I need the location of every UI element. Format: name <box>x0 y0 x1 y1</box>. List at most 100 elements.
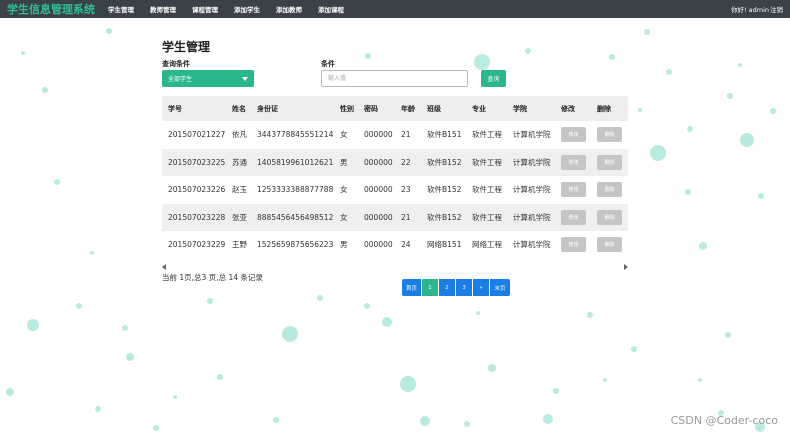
cell-gender: 男 <box>334 231 358 259</box>
nav-course-management[interactable]: 课程管理 <box>192 4 218 14</box>
cell-delete: 删除 <box>591 148 628 176</box>
cell-name: 苏通 <box>226 148 251 176</box>
nav-add-student[interactable]: 添加学生 <box>234 4 260 14</box>
cell-student-id: 201507021227 <box>162 121 226 149</box>
table-row: 201507023226 赵玉 1253333388877788 女 00000… <box>162 176 628 204</box>
page-first-button[interactable]: 首页 <box>402 279 422 296</box>
cell-age: 23 <box>395 176 421 204</box>
cell-id-card: 8885456456498512 <box>251 203 334 231</box>
cell-class: 软件B152 <box>421 203 466 231</box>
cell-password: 000000 <box>358 203 395 231</box>
cell-name: 赵玉 <box>226 176 251 204</box>
column-header: 姓名 <box>226 96 251 121</box>
column-header: 性别 <box>334 96 358 121</box>
condition-label: 条件 <box>321 60 335 68</box>
delete-button[interactable]: 删除 <box>597 127 622 143</box>
page-last-button[interactable]: 末页 <box>490 279 510 296</box>
nav-add-teacher[interactable]: 添加教师 <box>276 4 302 14</box>
cell-college: 计算机学院 <box>507 148 555 176</box>
scroll-right-icon[interactable] <box>624 264 628 270</box>
nav-student-management[interactable]: 学生管理 <box>108 4 134 14</box>
cell-name: 依凡 <box>226 121 251 149</box>
edit-button[interactable]: 修改 <box>561 209 586 225</box>
column-header: 年龄 <box>395 96 421 121</box>
page-next-button[interactable]: » <box>473 279 490 296</box>
query-button[interactable]: 查询 <box>481 70 506 87</box>
cell-edit: 修改 <box>555 121 591 149</box>
cell-age: 24 <box>395 231 421 259</box>
table-header-row: 学号 姓名 身份证 性别 密码 年龄 班级 专业 学院 修改 删除 <box>162 96 628 121</box>
column-header: 专业 <box>466 96 507 121</box>
cell-major: 软件工程 <box>466 203 507 231</box>
page-button-3[interactable]: 3 <box>456 279 473 296</box>
cell-delete: 删除 <box>591 176 628 204</box>
cell-edit: 修改 <box>555 231 591 259</box>
column-header: 学号 <box>162 96 226 121</box>
delete-button[interactable]: 删除 <box>597 154 622 170</box>
cell-student-id: 201507023226 <box>162 176 226 204</box>
scroll-left-icon[interactable] <box>162 264 166 270</box>
page-button-2[interactable]: 2 <box>439 279 456 296</box>
cell-student-id: 201507023225 <box>162 148 226 176</box>
cell-gender: 男 <box>334 148 358 176</box>
user-area: 你好! admin 注销 <box>731 0 783 18</box>
delete-button[interactable]: 删除 <box>597 182 622 198</box>
cell-edit: 修改 <box>555 176 591 204</box>
delete-button[interactable]: 删除 <box>597 209 622 225</box>
delete-button[interactable]: 删除 <box>597 237 622 253</box>
column-header: 密码 <box>358 96 395 121</box>
pagination-info: 当前 1页,总3 页,总 14 条记录 <box>162 273 263 282</box>
cell-id-card: 1525659875656223 <box>251 231 334 259</box>
nav-add-course[interactable]: 添加课程 <box>318 4 344 14</box>
caret-down-icon <box>242 77 248 81</box>
condition-input[interactable] <box>321 70 468 87</box>
cell-delete: 删除 <box>591 203 628 231</box>
cell-password: 000000 <box>358 148 395 176</box>
logout-link[interactable]: 注销 <box>770 4 783 14</box>
cell-college: 计算机学院 <box>507 231 555 259</box>
cell-major: 软件工程 <box>466 148 507 176</box>
page-button-1[interactable]: 1 <box>422 279 439 296</box>
nav-menu: 学生管理 教师管理 课程管理 添加学生 添加教师 添加课程 <box>108 4 360 14</box>
cell-id-card: 3443778845551214 <box>251 121 334 149</box>
cell-gender: 女 <box>334 176 358 204</box>
cell-gender: 女 <box>334 121 358 149</box>
column-header: 学院 <box>507 96 555 121</box>
table-row: 201507021227 依凡 3443778845551214 女 00000… <box>162 121 628 149</box>
cell-age: 22 <box>395 148 421 176</box>
cell-college: 计算机学院 <box>507 121 555 149</box>
cell-delete: 删除 <box>591 231 628 259</box>
query-condition-select[interactable]: 全部学生 <box>162 70 254 87</box>
column-header: 班级 <box>421 96 466 121</box>
page-title: 学生管理 <box>162 40 211 54</box>
brand-title[interactable]: 学生信息管理系统 <box>7 1 95 17</box>
cell-college: 计算机学院 <box>507 203 555 231</box>
cell-id-card: 1253333388877788 <box>251 176 334 204</box>
edit-button[interactable]: 修改 <box>561 237 586 253</box>
cell-password: 000000 <box>358 176 395 204</box>
edit-button[interactable]: 修改 <box>561 127 586 143</box>
horizontal-scrollbar[interactable] <box>162 263 628 271</box>
query-condition-value: 全部学生 <box>168 76 193 83</box>
cell-class: 软件B152 <box>421 148 466 176</box>
table-row: 201507023225 苏通 1405819961012621 男 00000… <box>162 148 628 176</box>
cell-class: 软件B151 <box>421 121 466 149</box>
edit-button[interactable]: 修改 <box>561 154 586 170</box>
cell-id-card: 1405819961012621 <box>251 148 334 176</box>
pagination: 首页 1 2 3 » 末页 <box>402 279 510 296</box>
cell-major: 网络工程 <box>466 231 507 259</box>
student-table-wrap: 学号 姓名 身份证 性别 密码 年龄 班级 专业 学院 修改 删除 201507… <box>162 96 628 259</box>
nav-teacher-management[interactable]: 教师管理 <box>150 4 176 14</box>
cell-edit: 修改 <box>555 203 591 231</box>
edit-button[interactable]: 修改 <box>561 182 586 198</box>
user-greeting: 你好! admin <box>730 6 769 14</box>
query-condition-label: 查询条件 <box>162 60 190 68</box>
watermark: CSDN @Coder-coco <box>670 414 778 427</box>
table-row: 201507023229 王野 1525659875656223 男 00000… <box>162 231 628 259</box>
cell-delete: 删除 <box>591 121 628 149</box>
student-table: 学号 姓名 身份证 性别 密码 年龄 班级 专业 学院 修改 删除 201507… <box>162 96 628 259</box>
cell-age: 21 <box>395 121 421 149</box>
cell-student-id: 201507023229 <box>162 231 226 259</box>
cell-password: 000000 <box>358 121 395 149</box>
cell-class: 网络B151 <box>421 231 466 259</box>
